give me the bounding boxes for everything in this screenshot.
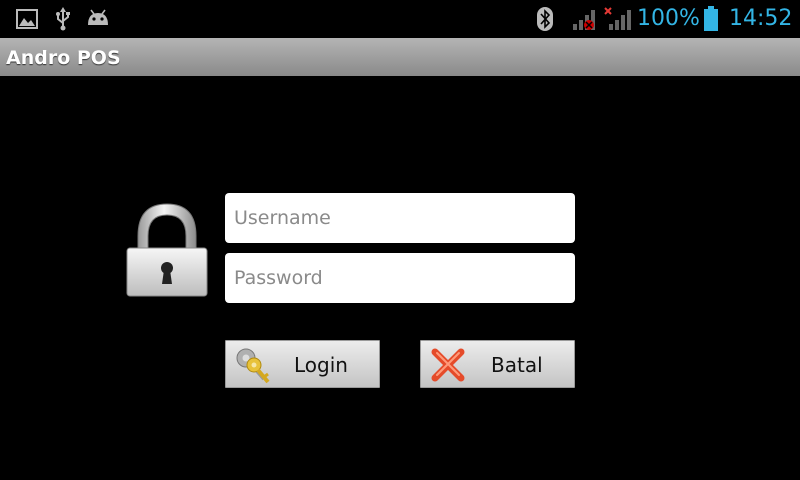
android-debug-icon (86, 9, 110, 31)
app-title: Andro POS (6, 47, 121, 69)
battery-icon (703, 6, 719, 36)
close-icon (429, 347, 467, 387)
clock: 14:52 (729, 6, 793, 31)
password-input[interactable] (225, 253, 575, 303)
bluetooth-icon (536, 6, 554, 36)
title-bar: Andro POS (0, 38, 800, 76)
signal-no-service-icon (603, 6, 631, 36)
status-bar: 100% 14:52 (0, 0, 800, 38)
login-button-label: Login (294, 353, 348, 377)
key-icon (234, 347, 274, 389)
signal-icon (572, 8, 598, 36)
cancel-button-label: Batal (491, 353, 543, 377)
login-button[interactable]: Login (225, 340, 380, 388)
username-input[interactable] (225, 193, 575, 243)
battery-percent: 100% (637, 6, 700, 31)
usb-icon (55, 7, 71, 35)
gallery-icon (16, 9, 38, 33)
cancel-button[interactable]: Batal (420, 340, 575, 388)
padlock-icon (124, 200, 210, 304)
